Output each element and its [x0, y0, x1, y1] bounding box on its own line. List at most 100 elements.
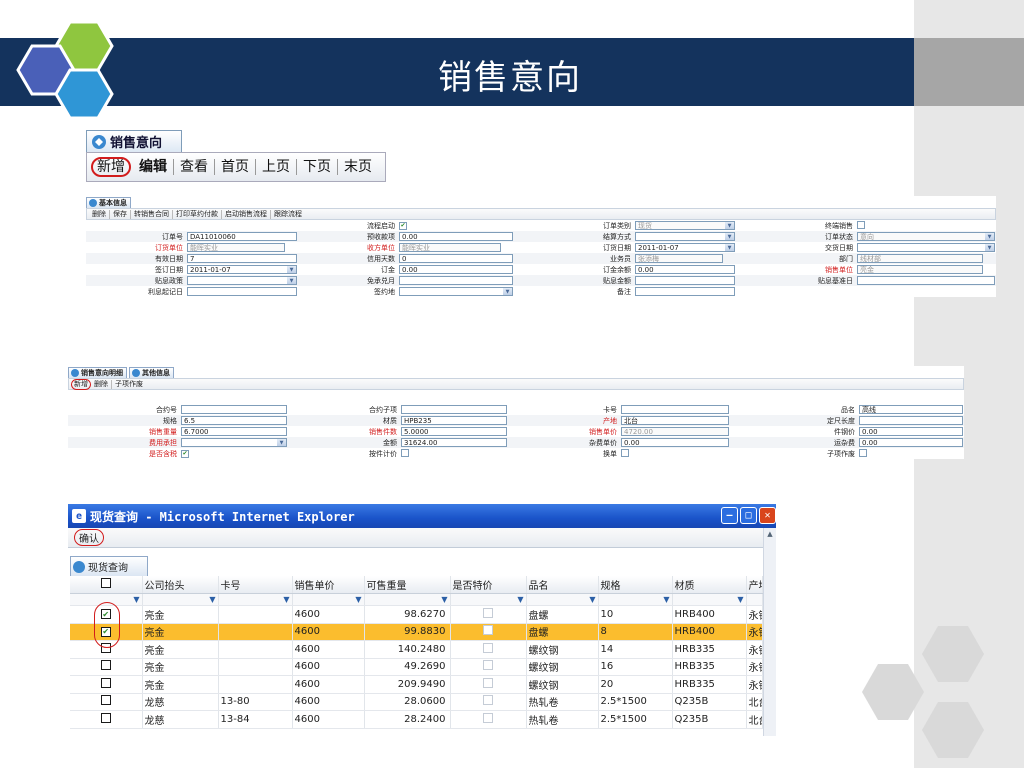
chevron-down-icon[interactable]: ▼ — [287, 277, 296, 284]
chevron-down-icon[interactable]: ▼ — [985, 233, 994, 240]
special-price-checkbox[interactable] — [483, 642, 493, 653]
filter-icon[interactable] — [746, 593, 763, 606]
save-button[interactable]: 保存 — [110, 209, 131, 219]
filter-icon[interactable]: ▼ — [364, 593, 451, 606]
checkbox[interactable]: ✔ — [399, 221, 407, 230]
table-row[interactable]: 亮金 4600209.9490 螺纹钢20HRB335永钢 — [70, 675, 763, 694]
detail-delete-button[interactable]: 删除 — [91, 379, 112, 389]
column-header[interactable]: 卡号 — [218, 576, 293, 594]
input-field[interactable]: 2011-01-07 ▼ — [635, 243, 735, 252]
track-flow-button[interactable]: 跟踪流程 — [271, 210, 305, 219]
chevron-down-icon[interactable]: ▼ — [985, 244, 994, 251]
detail-new-button[interactable]: 新增 — [71, 378, 91, 390]
input-field[interactable]: 6.7000 — [181, 427, 287, 436]
toolbar-edit-button[interactable]: 编辑 — [133, 159, 174, 175]
input-field[interactable]: ▼ — [181, 438, 287, 447]
input-field[interactable]: 北台 — [621, 416, 729, 425]
filter-icon[interactable]: ▼ — [450, 593, 527, 606]
special-price-checkbox[interactable] — [483, 677, 493, 688]
input-field[interactable]: ▼ — [857, 243, 995, 252]
special-price-checkbox[interactable] — [483, 695, 493, 706]
table-row[interactable]: 龙慈13-80460028.0600 热轧卷2.5*1500Q235B北台 — [70, 693, 763, 711]
input-field[interactable]: 线材部➜ — [857, 254, 983, 263]
input-field[interactable]: 高线 — [859, 405, 963, 414]
input-field[interactable]: 0.00 — [635, 265, 735, 274]
confirm-button[interactable]: 确认 — [74, 529, 104, 546]
select-all-header[interactable] — [70, 576, 143, 594]
input-field[interactable]: 6.5 — [181, 416, 287, 425]
input-field[interactable]: 0.00 — [399, 265, 513, 274]
input-field[interactable]: HPB235 — [401, 416, 507, 425]
input-field[interactable]: ▼ — [635, 232, 735, 241]
input-field[interactable] — [635, 287, 735, 296]
toolbar-next-page-button[interactable]: 下页 — [297, 159, 338, 175]
chevron-down-icon[interactable]: ▼ — [725, 244, 734, 251]
special-price-checkbox[interactable] — [483, 712, 493, 723]
input-field[interactable]: 能晖实业➜ — [399, 243, 501, 252]
minimize-icon[interactable]: – — [721, 507, 738, 524]
filter-icon[interactable]: ▼ — [292, 593, 365, 606]
checkbox[interactable]: ✔ — [181, 449, 189, 458]
input-field[interactable] — [181, 405, 287, 414]
input-field[interactable]: 31624.00 — [401, 438, 507, 447]
input-field[interactable] — [399, 276, 513, 285]
input-field[interactable] — [401, 405, 507, 414]
input-field[interactable]: 7 — [187, 254, 297, 263]
stock-query-tab[interactable]: 现货查询 — [70, 556, 148, 576]
input-field[interactable]: 5.0000 — [401, 427, 507, 436]
input-field[interactable]: 现货 ▼ — [635, 221, 735, 230]
input-field[interactable]: 0.00 — [399, 232, 513, 241]
input-field[interactable]: ▼ — [187, 276, 297, 285]
column-header[interactable]: 公司抬头 — [142, 576, 219, 594]
input-field[interactable]: DA11010060 — [187, 232, 297, 241]
input-field[interactable] — [859, 416, 963, 425]
input-field[interactable]: 能晖实业➜ — [187, 243, 285, 252]
table-row[interactable]: 龙慈13-84460028.2400 热轧卷2.5*1500Q235B北台 — [70, 710, 763, 729]
delete-button[interactable]: 删除 — [89, 209, 110, 219]
column-header[interactable]: 是否特价 — [450, 576, 527, 594]
toolbar-view-button[interactable]: 查看 — [174, 159, 215, 175]
input-field[interactable] — [621, 405, 729, 414]
checkbox[interactable] — [859, 448, 867, 457]
row-checkbox[interactable] — [100, 712, 111, 723]
chevron-down-icon[interactable]: ▼ — [287, 266, 296, 273]
toolbar-last-page-button[interactable]: 末页 — [338, 159, 378, 175]
toolbar-new-button[interactable]: 新增 — [91, 157, 131, 177]
column-header[interactable]: 材质 — [672, 576, 747, 594]
input-field[interactable] — [635, 276, 735, 285]
input-field[interactable]: 0.00 — [621, 438, 729, 447]
input-field[interactable]: 2011-01-07 ▼ — [187, 265, 297, 274]
table-row[interactable]: 亮金 460049.2690 螺纹钢16HRB335永钢 — [70, 658, 763, 676]
chevron-down-icon[interactable]: ▼ — [725, 233, 734, 240]
basic-info-tab[interactable]: 基本信息 — [86, 197, 131, 208]
input-field[interactable]: ▼ — [399, 287, 513, 296]
filter-icon[interactable]: ▼ — [142, 593, 219, 606]
filter-icon[interactable]: ▼ — [598, 593, 673, 606]
row-checkbox[interactable] — [100, 677, 111, 688]
scroll-up-icon[interactable]: ▲ — [764, 528, 776, 541]
toolbar-prev-page-button[interactable]: 上页 — [256, 159, 297, 175]
filter-icon[interactable]: ▼ — [218, 593, 293, 606]
chevron-down-icon[interactable]: ▼ — [277, 439, 286, 446]
print-draft-button[interactable]: 打印草约付款 — [173, 209, 222, 219]
input-field[interactable]: 0.00 — [859, 427, 963, 436]
input-field[interactable]: 0 — [399, 254, 513, 263]
select-all-checkbox[interactable] — [100, 578, 111, 588]
table-row[interactable]: ✔亮金460099.8830盘螺8HRB400永钢 — [70, 623, 763, 641]
filter-icon[interactable]: ▼ — [526, 593, 599, 606]
close-icon[interactable]: ✕ — [759, 507, 776, 524]
filter-icon[interactable]: ▼ — [672, 593, 747, 606]
checkbox[interactable] — [857, 220, 865, 229]
special-price-checkbox[interactable] — [483, 625, 493, 636]
start-flow-button[interactable]: 启动销售流程 — [222, 209, 271, 219]
other-info-tab[interactable]: 其他信息 — [129, 367, 174, 378]
checkbox[interactable] — [401, 448, 409, 457]
detail-void-button[interactable]: 子项作废 — [112, 380, 146, 389]
maximize-icon[interactable]: □ — [740, 507, 757, 524]
column-header[interactable]: 产地 — [746, 576, 763, 594]
toolbar-first-page-button[interactable]: 首页 — [215, 159, 256, 175]
window-title-bar[interactable]: e 现货查询 - Microsoft Internet Explorer – □… — [68, 504, 776, 528]
to-contract-button[interactable]: 转销售合同 — [131, 209, 173, 219]
input-field[interactable]: 4720.00 — [621, 427, 729, 436]
special-price-checkbox[interactable] — [483, 607, 493, 618]
